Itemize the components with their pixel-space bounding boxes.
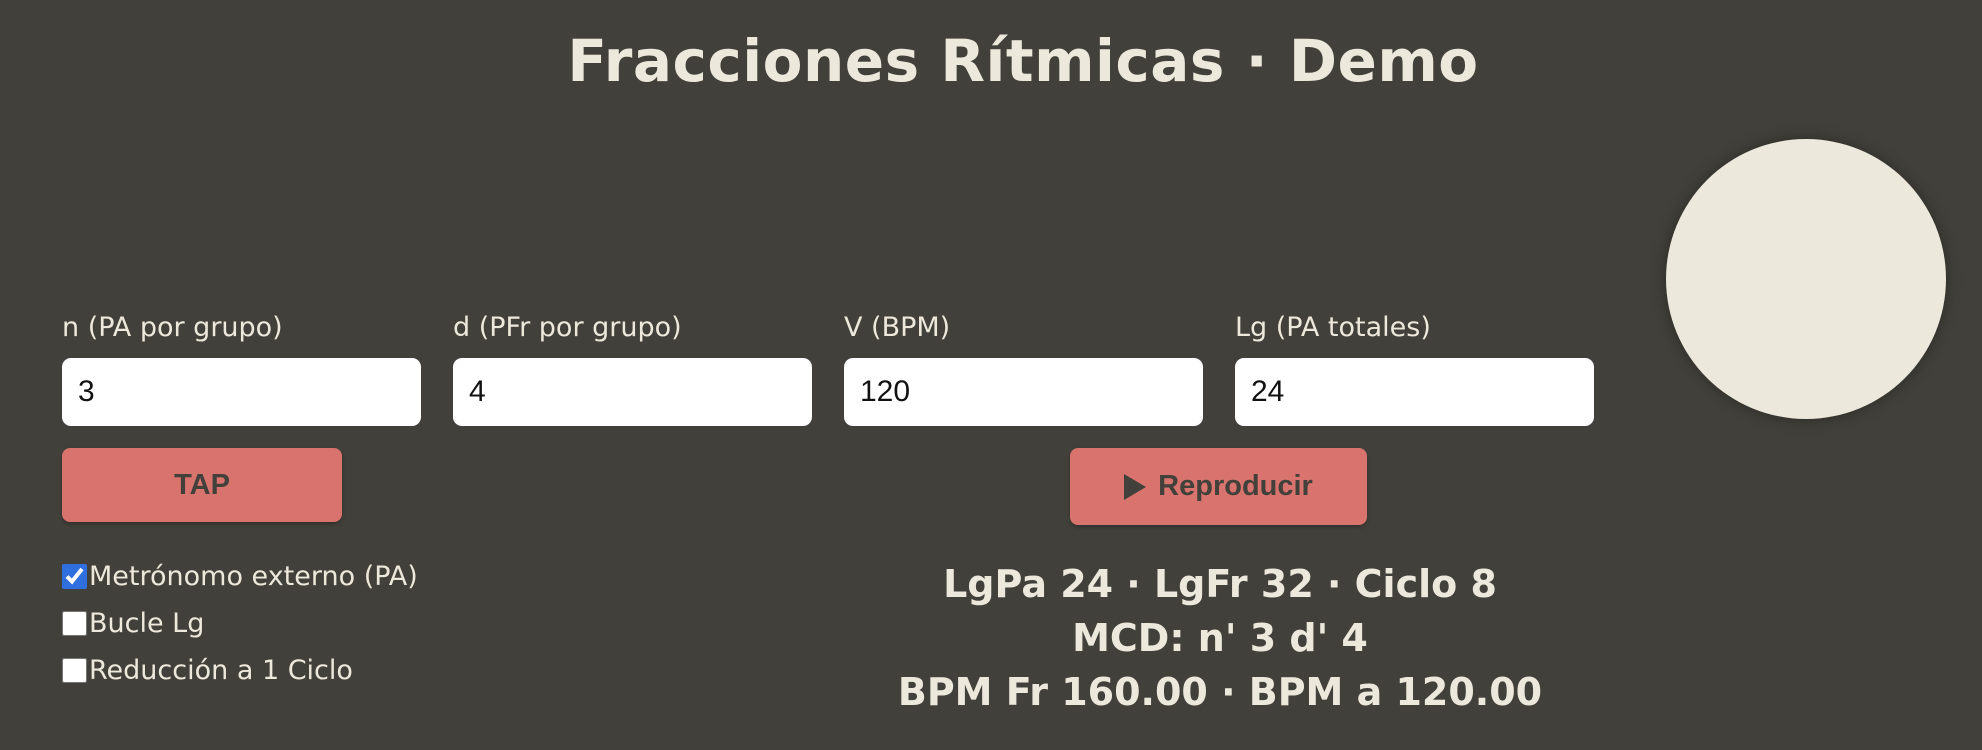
tap-button-label: TAP	[174, 468, 230, 501]
d-input[interactable]	[453, 358, 812, 426]
field-v-label: V (BPM)	[844, 312, 951, 343]
stats-gcd: MCD: n' 3 d' 4	[1072, 616, 1368, 660]
field-lg: Lg (PA totales)	[1235, 312, 1594, 426]
play-icon	[1124, 473, 1147, 500]
stats-lengths: LgPa 24 · LgFr 32 · Ciclo 8	[943, 562, 1497, 606]
external-metronome-checkbox[interactable]	[62, 564, 87, 589]
field-n-label: n (PA por grupo)	[62, 312, 283, 343]
loop-lg-checkbox[interactable]	[62, 611, 87, 636]
page-title: Fracciones Rítmicas · Demo	[567, 27, 1479, 95]
field-d-label: d (PFr por grupo)	[453, 312, 682, 343]
n-input[interactable]	[62, 358, 421, 426]
play-button[interactable]: Reproducir	[1070, 448, 1367, 525]
reduce-cycle-checkbox[interactable]	[62, 658, 87, 683]
pulse-indicator-circle	[1666, 139, 1946, 419]
lg-input[interactable]	[1235, 358, 1594, 426]
loop-lg-label: Bucle Lg	[89, 607, 205, 639]
options-list: Metrónomo externo (PA) Bucle Lg Reducció…	[62, 553, 418, 694]
stats-readout: LgPa 24 · LgFr 32 · Ciclo 8 MCD: n' 3 d'…	[820, 557, 1620, 719]
reduce-cycle-label: Reducción a 1 Ciclo	[89, 654, 353, 686]
app-page: Fracciones Rítmicas · Demo n (PA por gru…	[0, 0, 1982, 750]
option-external-metronome[interactable]: Metrónomo externo (PA)	[62, 553, 418, 600]
play-button-label: Reproducir	[1158, 470, 1313, 502]
field-v: V (BPM)	[844, 312, 1203, 426]
option-loop-lg[interactable]: Bucle Lg	[62, 600, 418, 647]
tap-button[interactable]: TAP	[62, 448, 342, 522]
field-n: n (PA por grupo)	[62, 312, 421, 426]
stats-bpm: BPM Fr 160.00 · BPM a 120.00	[897, 670, 1543, 714]
field-lg-label: Lg (PA totales)	[1235, 312, 1431, 343]
field-d: d (PFr por grupo)	[453, 312, 812, 426]
bpm-input[interactable]	[844, 358, 1203, 426]
option-reduce-cycle[interactable]: Reducción a 1 Ciclo	[62, 647, 418, 694]
external-metronome-label: Metrónomo externo (PA)	[89, 560, 418, 592]
